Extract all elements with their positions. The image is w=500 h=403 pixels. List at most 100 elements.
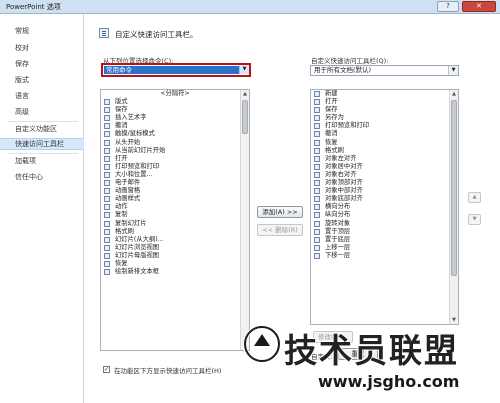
right-list-scrollbar[interactable]: ▲ ▼ — [449, 90, 458, 324]
add-button[interactable]: 添加(A) >> — [257, 206, 303, 218]
window-title: PowerPoint 选项 — [6, 3, 61, 11]
list-item-label: 置于底层 — [325, 235, 351, 243]
toolbar-commands-list[interactable]: 新建打开保存另存为打印预览和打印撤消▸恢复格式刷对象左对齐对象居中对齐对象右对齐… — [310, 89, 459, 325]
list-item-label: 置于顶层 — [325, 227, 351, 235]
chevron-down-icon[interactable]: ▼ — [448, 66, 458, 75]
list-item[interactable]: 打开 — [311, 98, 458, 106]
customize-scope-dropdown[interactable]: 用于所有文档(默认) ▼ — [310, 65, 459, 76]
list-item-label: 幻灯片(从大纲)... — [115, 235, 164, 243]
list-item[interactable]: 触摸/鼠标模式▸ — [101, 130, 249, 138]
list-item[interactable]: 对象顶部对齐 — [311, 179, 458, 187]
list-item[interactable]: 绘制新排文本框 — [101, 268, 249, 276]
list-item-label: 复制 — [115, 211, 128, 219]
watermark-url: www.jsgho.com — [317, 371, 460, 392]
help-button[interactable]: ? — [437, 1, 459, 12]
scroll-up-icon[interactable]: ▲ — [450, 90, 458, 98]
list-item[interactable]: 置于底层 — [311, 236, 458, 244]
slides-outline-icon — [104, 236, 110, 243]
list-item[interactable]: 版式▸ — [101, 98, 249, 106]
list-item[interactable]: 置于顶层 — [311, 228, 458, 236]
list-item[interactable]: 打印预览和打印 — [101, 163, 249, 171]
distribute-h-icon — [314, 204, 320, 211]
list-item[interactable]: 打开 — [101, 155, 249, 163]
list-item[interactable]: 幻灯片浏览视图 — [101, 244, 249, 252]
list-item[interactable]: 复制 — [101, 211, 249, 219]
sidebar-item-save[interactable]: 保存 — [0, 58, 84, 70]
list-item[interactable]: <分隔符> — [101, 90, 249, 98]
move-up-button[interactable]: ▲ — [468, 192, 481, 203]
list-item[interactable]: 恢复 — [311, 139, 458, 147]
list-item[interactable]: 大小和位置... — [101, 171, 249, 179]
list-item-label: 对象左对齐 — [325, 154, 357, 162]
open-icon — [104, 155, 110, 162]
list-item-label: 从头开始 — [115, 138, 141, 146]
sidebar-item-advanced[interactable]: 高级 — [0, 106, 84, 118]
choose-from-value: 常用命令 — [104, 66, 248, 74]
list-item[interactable]: 上移一层 — [311, 244, 458, 252]
show-below-ribbon-label: 在功能区下方显示快速访问工具栏(H) — [114, 367, 222, 375]
list-item[interactable]: 格式刷 — [101, 228, 249, 236]
send-back-icon — [314, 236, 320, 243]
scrollbar-thumb[interactable] — [242, 100, 248, 134]
list-item[interactable]: 撤消▸ — [311, 130, 458, 138]
list-item-label: 动画样式 — [115, 195, 141, 203]
list-item[interactable]: 纵向分布 — [311, 211, 458, 219]
action-icon — [104, 204, 110, 211]
sidebar-item-add-ins[interactable]: 加载项 — [0, 155, 84, 167]
sidebar-item-proofing[interactable]: 校对 — [0, 42, 84, 54]
scrollbar-thumb[interactable] — [451, 100, 457, 276]
move-down-button[interactable]: ▼ — [468, 214, 481, 225]
sidebar-item-layout[interactable]: 版式 — [0, 74, 84, 86]
left-list-scrollbar[interactable]: ▲ ▼ — [240, 90, 249, 350]
list-item[interactable]: 下移一层 — [311, 252, 458, 260]
options-sidebar: 常规 校对 保存 版式 语言 高级 自定义功能区 快速访问工具栏 加载项 信任中… — [0, 14, 84, 403]
list-item[interactable]: 幻灯片母版视图 — [101, 252, 249, 260]
new-icon — [314, 91, 320, 97]
close-button[interactable]: ✕ — [462, 1, 496, 12]
undo-icon — [104, 123, 110, 130]
list-item-label: 恢复 — [115, 259, 128, 267]
list-item[interactable]: 电子邮件 — [101, 179, 249, 187]
sidebar-item-language[interactable]: 语言 — [0, 90, 84, 102]
list-item-label: 对象中部对齐 — [325, 187, 363, 195]
sidebar-item-customize-ribbon[interactable]: 自定义功能区 — [0, 123, 84, 135]
list-item[interactable]: 幻灯片(从大纲)... — [101, 236, 249, 244]
copy-icon — [104, 212, 110, 219]
show-below-ribbon-checkbox[interactable]: ✓ — [103, 366, 110, 373]
list-item-label: 上移一层 — [325, 243, 351, 251]
list-item-label: 恢复 — [325, 138, 338, 146]
list-item-label: 大小和位置... — [115, 170, 153, 178]
list-item[interactable]: 对象中部对齐 — [311, 187, 458, 195]
sidebar-item-general[interactable]: 常规 — [0, 25, 84, 37]
available-commands-list[interactable]: <分隔符>版式▸保存插入艺术字▸撤消▸触摸/鼠标模式▸从头开始从当前幻灯片开始打… — [100, 89, 250, 351]
watermark: 技术员联盟 www.jsgho.com — [243, 318, 494, 398]
list-item[interactable]: 从头开始 — [101, 139, 249, 147]
email-icon — [104, 180, 110, 187]
list-item-label: 对象右对齐 — [325, 170, 357, 178]
list-item-label: 版式 — [115, 98, 128, 106]
chevron-down-icon[interactable]: ▼ — [239, 65, 249, 74]
list-item[interactable]: 动画窗格 — [101, 187, 249, 195]
print-preview-icon — [314, 123, 320, 130]
scroll-up-icon[interactable]: ▲ — [241, 90, 249, 98]
list-item[interactable]: 格式刷 — [311, 147, 458, 155]
list-item[interactable]: 新建 — [311, 90, 458, 98]
list-item-label: 横向分布 — [325, 203, 351, 211]
list-item[interactable]: 对象居中对齐 — [311, 163, 458, 171]
sidebar-item-quick-access-toolbar[interactable]: 快速访问工具栏 — [0, 138, 84, 150]
list-item[interactable]: 从当前幻灯片开始 — [101, 147, 249, 155]
redo-icon — [314, 139, 320, 146]
remove-button[interactable]: << 删除(R) — [257, 224, 303, 236]
list-item[interactable]: 对象右对齐 — [311, 171, 458, 179]
choose-from-dropdown[interactable]: 常用命令 ▼ — [101, 63, 251, 77]
slide-master-icon — [104, 252, 110, 259]
list-item[interactable]: 旋转对象▸ — [311, 220, 458, 228]
list-item[interactable]: 对象左对齐 — [311, 155, 458, 163]
customize-label: 自定义快速访问工具栏(Q): — [311, 57, 389, 65]
sidebar-item-trust-center[interactable]: 信任中心 — [0, 171, 84, 183]
animation-style-icon — [104, 196, 110, 203]
save-icon — [104, 107, 110, 114]
list-item[interactable]: 恢复 — [101, 260, 249, 268]
undo-icon — [314, 131, 320, 138]
list-item[interactable]: 复制幻灯片 — [101, 220, 249, 228]
